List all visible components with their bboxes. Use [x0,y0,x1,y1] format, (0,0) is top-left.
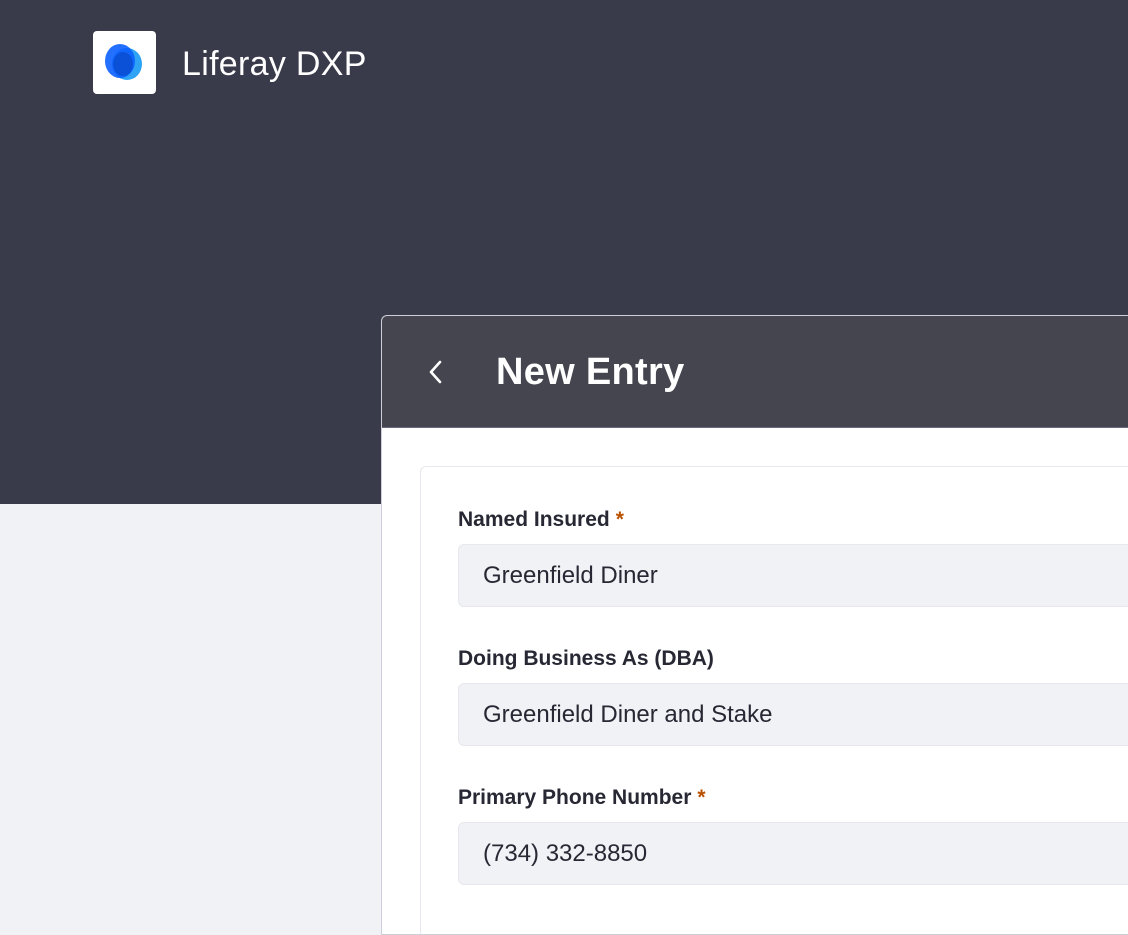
app-title: Liferay DXP [182,45,367,83]
required-marker: * [615,508,624,531]
dba-label: Doing Business As (DBA) [458,646,714,672]
required-marker: * [697,786,706,809]
named-insured-input[interactable] [458,544,1128,607]
primary-phone-label: Primary Phone Number * [458,785,706,811]
back-button[interactable] [420,354,454,388]
primary-phone-input[interactable] [458,822,1128,885]
panel-header: New Entry [382,316,1128,428]
named-insured-label-text: Named Insured [458,508,610,531]
page-title: New Entry [496,351,685,393]
dba-label-text: Doing Business As (DBA) [458,647,714,670]
new-entry-panel: New Entry Named Insured* Doing Business … [381,315,1128,935]
named-insured-label: Named Insured * [458,507,624,533]
dba-input[interactable] [458,683,1128,746]
chevron-left-icon [429,360,442,384]
liferay-logo-icon[interactable] [93,31,156,94]
primary-phone-label-text: Primary Phone Number [458,786,692,809]
form-card: Named Insured* Doing Business As (DBA) P… [420,466,1128,934]
